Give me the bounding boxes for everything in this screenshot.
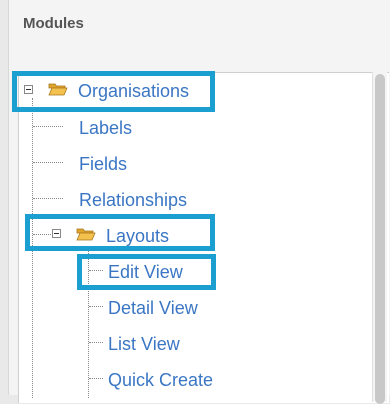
tree-connector-line	[89, 378, 103, 379]
tree-connector-line	[33, 198, 63, 199]
tree-node-relationships[interactable]: Relationships	[79, 189, 187, 211]
scrollbar-thumb[interactable]	[375, 74, 385, 404]
highlight-organisations	[12, 71, 215, 112]
tree-connector-line	[89, 342, 103, 343]
tree-node-fields[interactable]: Fields	[79, 153, 127, 175]
tree-node-list-view[interactable]: List View	[108, 333, 180, 355]
tree-node-labels[interactable]: Labels	[79, 117, 132, 139]
tree-connector-line	[89, 306, 103, 307]
tree-node-quick-create[interactable]: Quick Create	[108, 369, 213, 391]
tree-scrollbar[interactable]	[372, 72, 387, 404]
tree-connector-line	[33, 162, 63, 163]
tree-node-detail-view[interactable]: Detail View	[108, 297, 198, 319]
tree-connector-line	[33, 126, 63, 127]
highlight-layouts	[25, 214, 215, 251]
panel-title: Modules	[23, 15, 84, 32]
highlight-edit-view	[77, 254, 216, 290]
